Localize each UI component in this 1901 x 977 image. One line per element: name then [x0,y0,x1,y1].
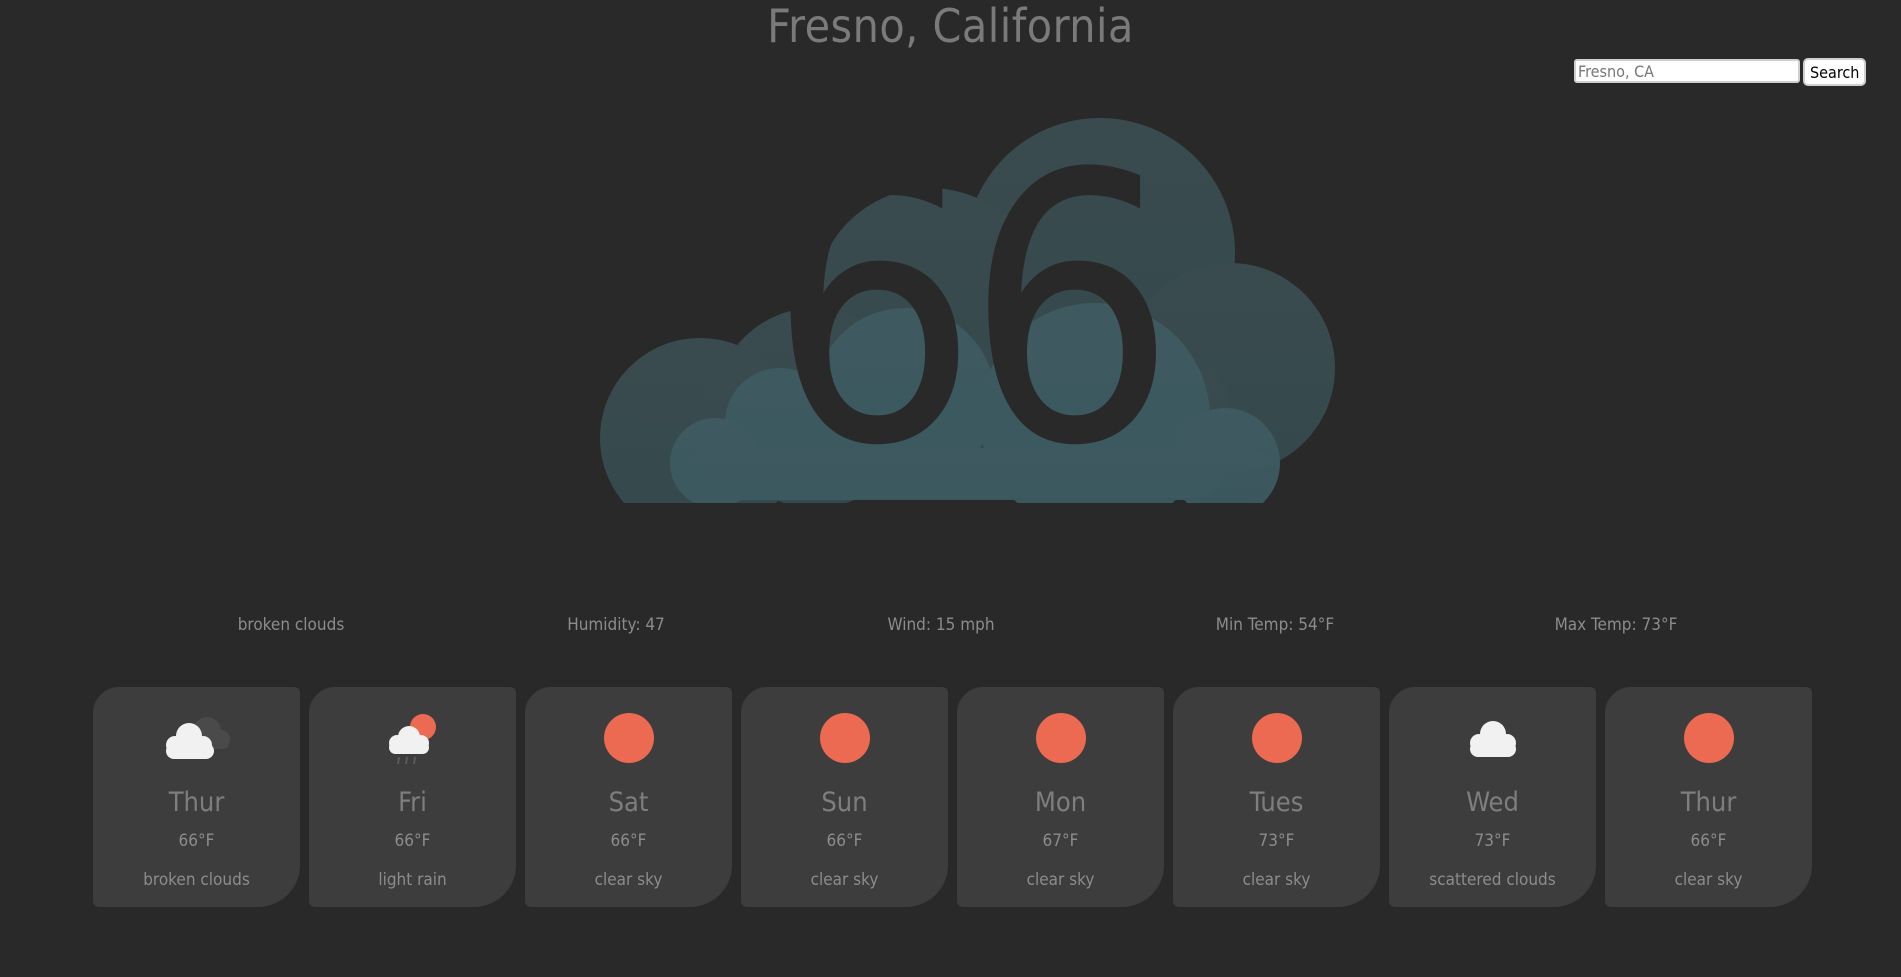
forecast-day: Thur [1680,787,1737,818]
current-temperature: 66 [767,97,1176,527]
forecast-day: Wed [1466,787,1519,818]
scattered-clouds-icon [1469,721,1516,757]
forecast-desc: clear sky [1242,870,1311,890]
forecast-day: Thur [168,787,225,818]
forecast-card: Fri 66°F light rain [309,687,516,907]
forecast-desc: clear sky [810,870,879,890]
rain-icon [388,714,436,765]
forecast-day: Tues [1249,787,1304,818]
current-stats: broken clouds Humidity: 47 Wind: 15 mph … [0,615,1901,639]
forecast-desc: broken clouds [143,870,250,890]
forecast-desc: light rain [378,870,447,890]
search-form: Search [1574,58,1867,86]
forecast-temp: 66°F [394,831,431,851]
forecast-temp: 66°F [178,831,215,851]
forecast-card: Thur 66°F clear sky [1605,687,1812,907]
forecast-card: Sat 66°F clear sky [525,687,732,907]
forecast-desc: clear sky [1674,870,1743,890]
search-input[interactable] [1574,59,1800,83]
humidity-stat: Humidity: 47 [567,615,665,635]
forecast-day: Sun [821,787,868,818]
forecast-card: Wed 73°F scattered clouds [1389,687,1596,907]
wind-stat: Wind: 15 mph [887,615,995,635]
forecast-card: Sun 66°F clear sky [741,687,948,907]
sun-icon [1251,713,1302,763]
sun-icon [819,713,870,763]
forecast-day: Fri [398,787,427,818]
forecast-temp: 66°F [1690,831,1727,851]
search-button[interactable]: Search [1803,58,1867,86]
forecast-desc: clear sky [1026,870,1095,890]
forecast-card: Mon 67°F clear sky [957,687,1164,907]
forecast-temp: 66°F [610,831,647,851]
sun-icon [603,713,654,763]
current-weather: 66 [585,118,1345,503]
max-temp-stat: Max Temp: 73°F [1554,615,1678,635]
forecast-temp: 67°F [1042,831,1079,851]
broken-clouds-icon [165,717,230,759]
page-title: Fresno, California [767,0,1134,53]
forecast-temp: 66°F [826,831,863,851]
sun-icon [1035,713,1086,763]
forecast-day: Mon [1034,787,1087,818]
forecast-card: Tues 73°F clear sky [1173,687,1380,907]
forecast-temp: 73°F [1474,831,1511,851]
forecast-card: Thur 66°F broken clouds [93,687,300,907]
forecast-temp: 73°F [1258,831,1295,851]
forecast-desc: scattered clouds [1429,870,1556,890]
current-description: broken clouds [237,615,345,635]
min-temp-stat: Min Temp: 54°F [1215,615,1335,635]
sun-icon [1683,713,1734,763]
forecast-desc: clear sky [594,870,663,890]
forecast-day: Sat [608,787,649,818]
